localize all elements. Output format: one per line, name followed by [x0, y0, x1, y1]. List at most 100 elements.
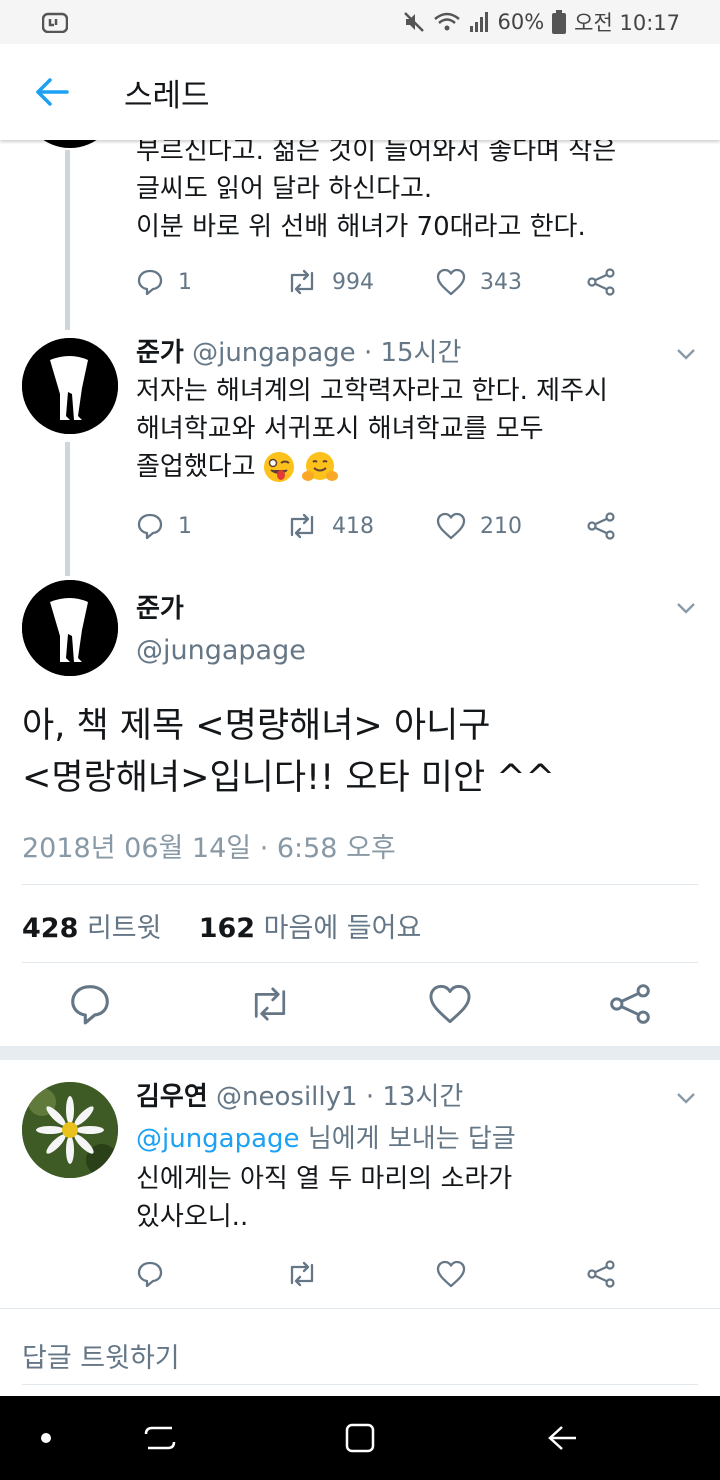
tweet-line: 졸업했다고	[136, 448, 696, 486]
thread-connector	[65, 442, 70, 576]
tweet-line: 글씨도 읽어 달라 하신다고.	[136, 174, 433, 204]
status-bar: 60% 오전 10:17	[0, 0, 720, 44]
tweet-line: 이분 바로 위 선배 해녀가 70대라고 한다.	[136, 212, 586, 242]
tweet-text: 부르신다고. 젊은 것이 들어와서 좋다며 작은 글씨도 읽어 달라 하신다고.…	[136, 140, 696, 246]
main-tweet-name: 준가	[136, 592, 184, 626]
dot-icon	[41, 1433, 51, 1443]
retweet-count: 994	[332, 269, 374, 295]
avatar[interactable]	[22, 338, 118, 434]
retweet-icon	[290, 269, 314, 295]
avatar[interactable]	[22, 1082, 118, 1178]
section-separator	[0, 1046, 720, 1060]
display-name[interactable]: 준가	[136, 338, 184, 368]
retweet-icon	[290, 513, 314, 539]
reply-icon	[137, 513, 163, 540]
tweet-line: 해녀학교와 서귀포시 해녀학교를 모두	[136, 414, 544, 444]
main-tweet-handle: @jungapage	[136, 634, 306, 668]
tweet-line: <명랑해녀>입니다!! 오타 미안 ^^	[22, 758, 555, 798]
divider	[22, 1384, 698, 1385]
like-label[interactable]: 마음에 들어요	[264, 913, 422, 944]
heart-icon[interactable]	[428, 982, 472, 1026]
legs-avatar-image	[22, 580, 118, 676]
nav-dot-button[interactable]	[24, 1416, 68, 1460]
chevron-down-icon[interactable]	[674, 596, 698, 620]
recent-apps-button[interactable]	[138, 1416, 182, 1460]
reply-button[interactable]	[136, 1260, 164, 1288]
back-nav-icon	[548, 1426, 576, 1450]
tweet-time: · 13시간	[365, 1082, 464, 1112]
display-name[interactable]: 김우연	[136, 1082, 208, 1112]
signal-icon	[470, 12, 489, 32]
main-tweet-actions	[0, 982, 720, 1042]
tweet-line: 있사오니..	[136, 1202, 249, 1232]
back-button[interactable]	[22, 62, 82, 122]
reply-icon[interactable]	[68, 982, 112, 1026]
tweet-meta: 준가 @jungapage · 15시간	[136, 336, 461, 370]
display-name[interactable]: 준가	[136, 594, 184, 624]
mention-link[interactable]: @jungapage	[136, 1124, 300, 1154]
retweet-button[interactable]: 418	[286, 513, 374, 539]
share-icon	[587, 268, 615, 296]
like-button[interactable]: 343	[436, 268, 522, 296]
retweet-total[interactable]: 428	[22, 913, 78, 944]
thread-connector	[65, 150, 70, 330]
share-button[interactable]	[586, 1260, 616, 1288]
heart-icon	[436, 268, 466, 296]
reply-icon	[137, 269, 163, 296]
like-count: 343	[480, 269, 522, 295]
system-nav-bar	[0, 1396, 720, 1480]
user-handle[interactable]: @jungapage	[136, 635, 306, 666]
tweet-actions: 1 418 210	[136, 506, 636, 546]
avatar[interactable]	[22, 140, 118, 148]
share-button[interactable]	[586, 268, 616, 296]
share-icon	[587, 512, 615, 540]
heart-icon	[436, 1260, 466, 1288]
tweet-actions	[136, 1254, 636, 1294]
flower-avatar-image	[22, 1082, 118, 1178]
tweet-line: 저자는 해녀계의 고학력자라고 한다. 제주시	[136, 376, 608, 406]
avatar[interactable]	[22, 580, 118, 676]
tweet-meta: 김우연 @neosilly1 · 13시간	[136, 1080, 463, 1114]
tweet-line-text: 졸업했다고	[136, 452, 256, 482]
like-button[interactable]	[436, 1260, 466, 1288]
retweet-count: 418	[332, 513, 374, 539]
reply-button[interactable]: 1	[136, 268, 192, 296]
share-icon[interactable]	[608, 982, 652, 1026]
hugging-face-emoji	[301, 452, 338, 481]
reply-count: 1	[178, 269, 192, 295]
main-tweet-text: 아, 책 제목 <명량해녀> 아니구 <명랑해녀>입니다!! 오타 미안 ^^	[22, 700, 702, 804]
page-title: 스레드	[124, 77, 210, 114]
retweet-button[interactable]: 994	[286, 269, 374, 295]
share-icon	[587, 1260, 615, 1288]
reply-button[interactable]: 1	[136, 512, 192, 540]
tweet-line: 부르신다고. 젊은 것이 들어와서 좋다며 작은	[136, 140, 617, 166]
retweet-button[interactable]	[286, 1261, 318, 1287]
home-icon	[345, 1423, 375, 1453]
battery-percent: 60%	[497, 10, 545, 34]
mute-icon	[404, 12, 425, 32]
like-button[interactable]: 210	[436, 512, 522, 540]
replying-to: @jungapage 님에게 보내는 답글	[136, 1122, 516, 1156]
back-nav-button[interactable]	[540, 1416, 584, 1460]
retweet-icon[interactable]	[248, 982, 292, 1026]
user-handle[interactable]: @jungapage	[192, 338, 356, 368]
like-total[interactable]: 162	[199, 913, 255, 944]
share-button[interactable]	[586, 512, 616, 540]
tweet-time: · 15시간	[363, 338, 462, 368]
back-arrow-icon	[36, 78, 69, 106]
like-count: 210	[480, 513, 522, 539]
heart-icon	[436, 512, 466, 540]
replying-to-label: 님에게 보내는 답글	[307, 1124, 516, 1154]
retweet-icon	[290, 1261, 314, 1287]
tweet-line: 신에게는 아직 열 두 마리의 소라가	[136, 1164, 513, 1194]
tweet-text: 신에게는 아직 열 두 마리의 소라가 있사오니..	[136, 1160, 696, 1236]
thread-content: 부르신다고. 젊은 것이 들어와서 좋다며 작은 글씨도 읽어 달라 하신다고.…	[0, 140, 720, 1396]
reply-count: 1	[178, 513, 192, 539]
user-handle[interactable]: @neosilly1	[216, 1082, 358, 1112]
tweet-stats: 428 리트윗 162 마음에 들어요	[22, 906, 421, 945]
reply-input[interactable]: 답글 트윗하기	[22, 1336, 180, 1375]
chevron-down-icon[interactable]	[674, 1086, 698, 1110]
chevron-down-icon[interactable]	[674, 342, 698, 366]
home-button[interactable]	[338, 1416, 382, 1460]
retweet-label[interactable]: 리트윗	[87, 913, 162, 944]
